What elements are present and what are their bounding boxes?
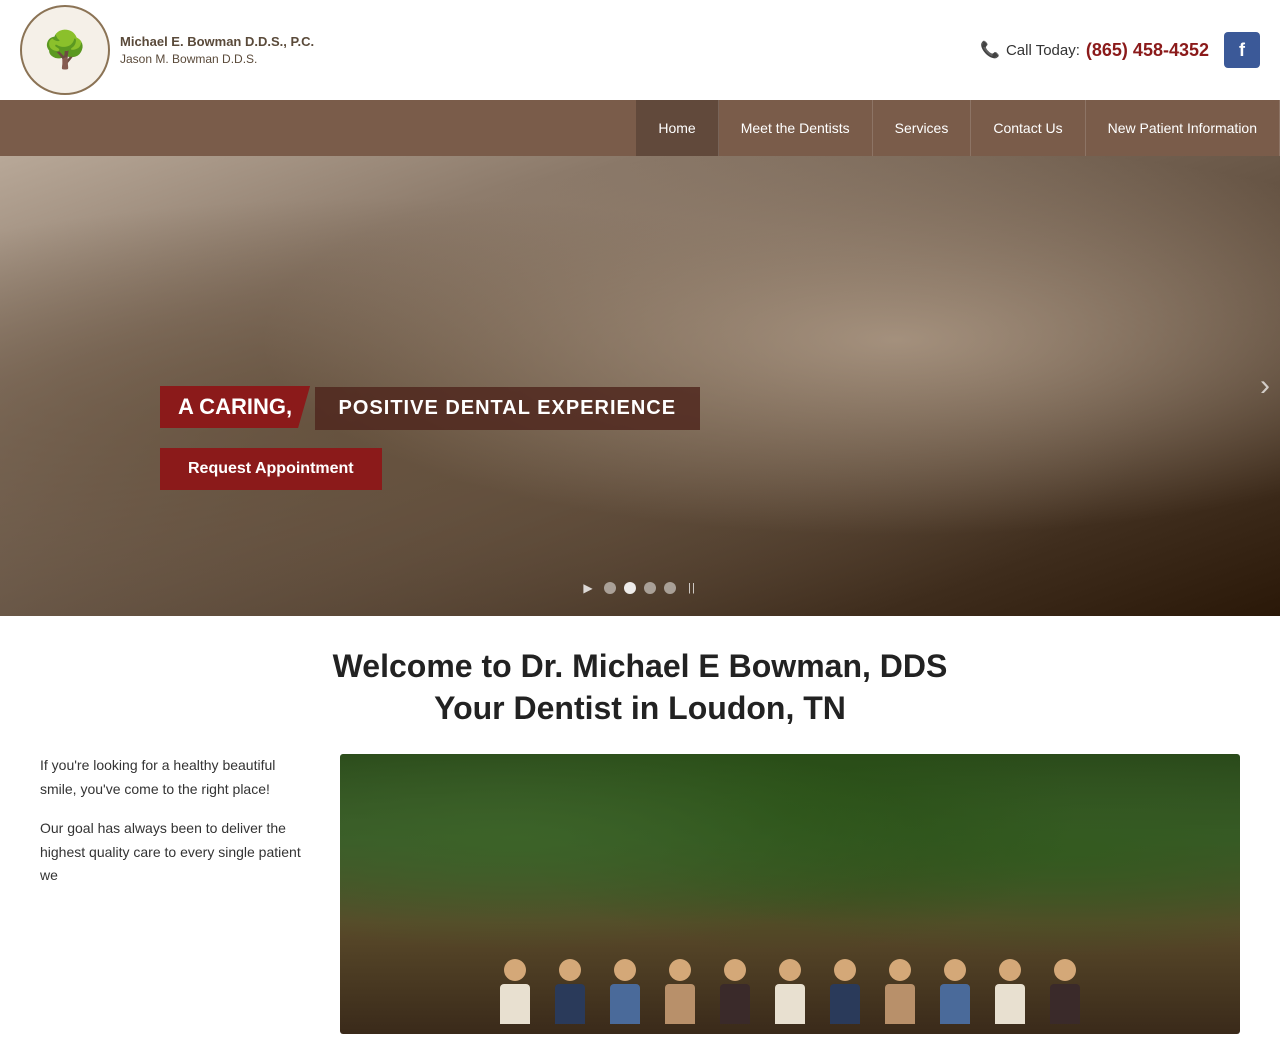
team-member-7 [820,959,870,1024]
slider-dot-2[interactable] [624,582,636,594]
logo-circle: 🌳 [20,5,110,95]
person-body [885,984,915,1024]
person-body [610,984,640,1024]
team-member-2 [545,959,595,1024]
main-nav: Home Meet the Dentists Services Contact … [0,100,1280,156]
nav-new-patient[interactable]: New Patient Information [1086,100,1280,156]
slider-play-button[interactable]: ▶ [580,580,596,596]
welcome-text: If you're looking for a healthy beautifu… [40,754,310,903]
person-head [1054,959,1076,981]
header-right: 📞 Call Today: (865) 458-4352 f [980,32,1260,68]
slider-controls: ▶ || [580,580,700,596]
request-appointment-button[interactable]: Request Appointment [160,448,382,490]
welcome-paragraph2: Our goal has always been to deliver the … [40,817,310,888]
phone-number[interactable]: (865) 458-4352 [1086,40,1209,61]
nav-services[interactable]: Services [873,100,972,156]
person-body [555,984,585,1024]
slider-dot-4[interactable] [664,582,676,594]
team-photo [340,754,1240,1034]
team-member-4 [655,959,705,1024]
person-body [500,984,530,1024]
team-member-3 [600,959,650,1024]
person-head [504,959,526,981]
hero-section: A CARING, POSITIVE DENTAL EXPERIENCE Req… [0,156,1280,616]
person-body [665,984,695,1024]
logo-text: Michael E. Bowman D.D.S., P.C. Jason M. … [120,33,314,68]
welcome-paragraph1: If you're looking for a healthy beautifu… [40,754,310,802]
person-head [669,959,691,981]
slider-pause-button[interactable]: || [684,580,700,596]
team-member-5 [710,959,760,1024]
facebook-button[interactable]: f [1224,32,1260,68]
slider-dot-1[interactable] [604,582,616,594]
person-head [724,959,746,981]
person-head [779,959,801,981]
hero-next-arrow[interactable]: › [1260,369,1270,403]
call-label: Call Today: [1006,42,1080,59]
person-body [995,984,1025,1024]
hero-tag2: POSITIVE DENTAL EXPERIENCE [315,387,701,430]
person-body [830,984,860,1024]
person-head [944,959,966,981]
hero-text-overlay: A CARING, POSITIVE DENTAL EXPERIENCE Req… [160,386,700,490]
hero-tag1: A CARING, [160,386,310,428]
team-member-1 [490,959,540,1024]
team-member-6 [765,959,815,1024]
welcome-content: If you're looking for a healthy beautifu… [40,754,1240,1034]
practice-name2: Jason M. Bowman D.D.S. [120,51,314,68]
phone-icon: 📞 [980,40,1000,60]
person-head [614,959,636,981]
logo-tree-icon: 🌳 [43,29,88,71]
nav-home[interactable]: Home [636,100,718,156]
team-member-8 [875,959,925,1024]
person-body [720,984,750,1024]
person-head [834,959,856,981]
logo-area: 🌳 Michael E. Bowman D.D.S., P.C. Jason M… [20,5,314,95]
practice-name1: Michael E. Bowman D.D.S., P.C. [120,33,314,51]
person-head [889,959,911,981]
slider-dot-3[interactable] [644,582,656,594]
person-head [999,959,1021,981]
person-body [775,984,805,1024]
welcome-title-line1: Welcome to Dr. Michael E Bowman, DDS [40,646,1240,688]
team-photo-sim [340,754,1240,1034]
team-member-10 [985,959,1035,1024]
nav-contact[interactable]: Contact Us [971,100,1085,156]
call-info: 📞 Call Today: (865) 458-4352 [980,40,1209,61]
welcome-title-line2: Your Dentist in Loudon, TN [40,688,1240,730]
team-member-9 [930,959,980,1024]
welcome-title: Welcome to Dr. Michael E Bowman, DDS You… [40,646,1240,729]
nav-meet-dentists[interactable]: Meet the Dentists [719,100,873,156]
header: 🌳 Michael E. Bowman D.D.S., P.C. Jason M… [0,0,1280,100]
person-body [940,984,970,1024]
person-head [559,959,581,981]
team-member-11 [1040,959,1090,1024]
person-body [1050,984,1080,1024]
welcome-section: Welcome to Dr. Michael E Bowman, DDS You… [0,616,1280,1054]
